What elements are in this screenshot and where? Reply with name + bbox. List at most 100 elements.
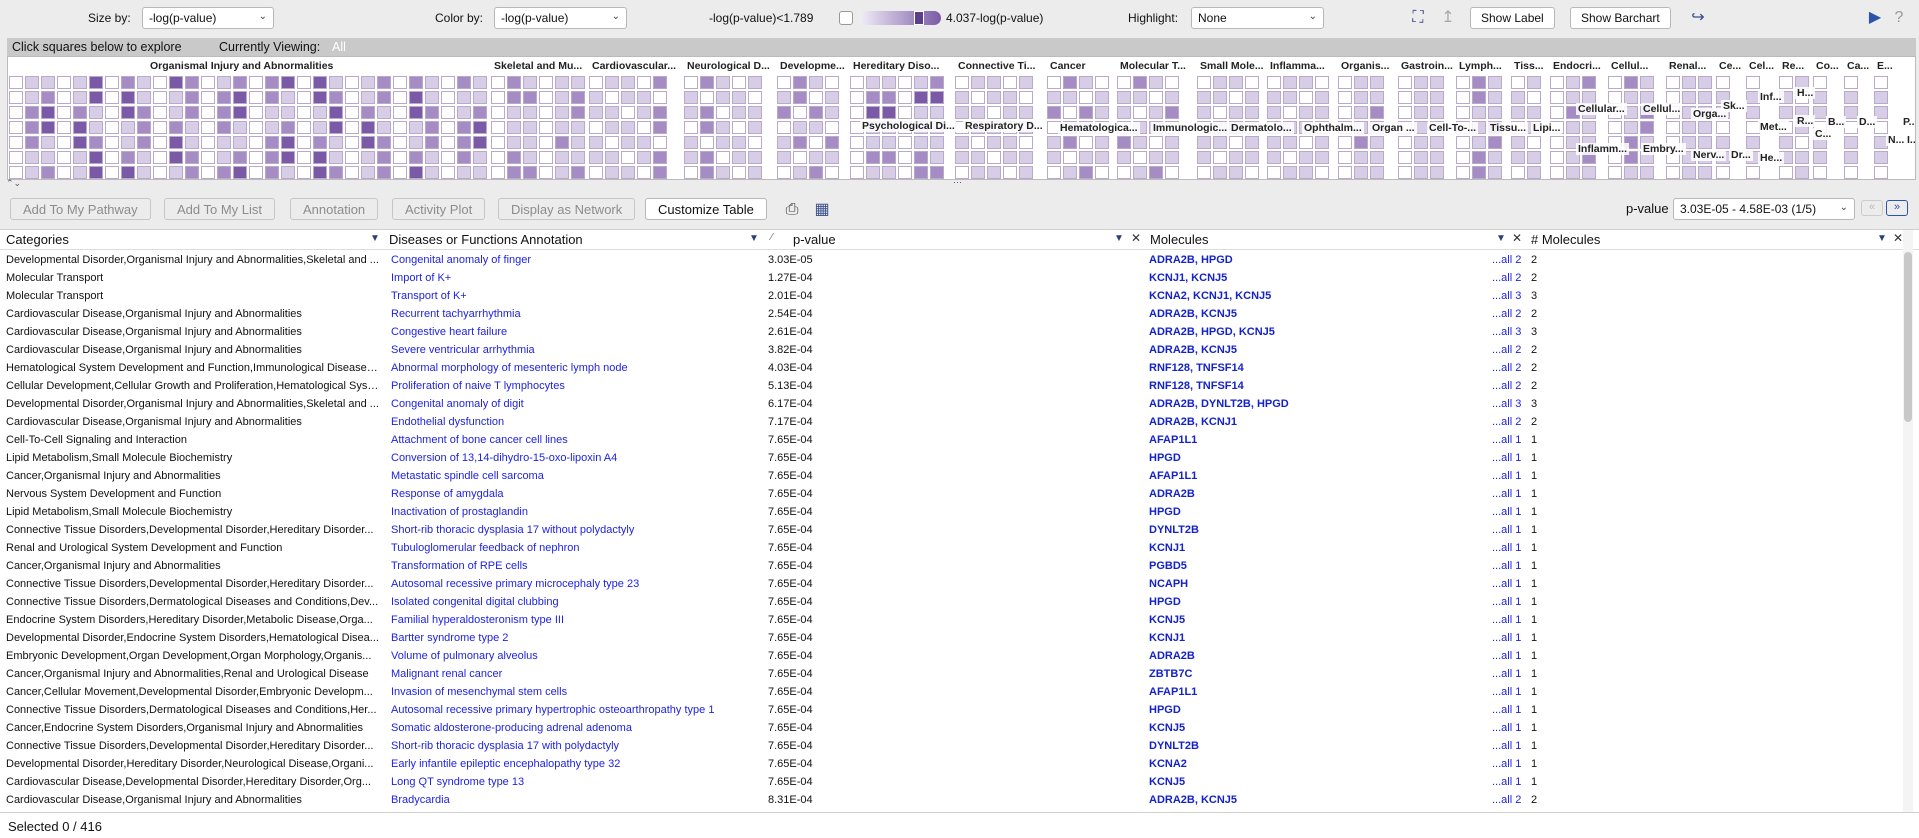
- treemap-cell[interactable]: [1245, 166, 1259, 179]
- treemap-cell[interactable]: [201, 136, 215, 149]
- annotation-button[interactable]: Annotation: [290, 198, 379, 220]
- treemap-cell[interactable]: [361, 91, 375, 104]
- filter-icon[interactable]: ▼: [1877, 233, 1887, 244]
- treemap-cell[interactable]: [571, 76, 585, 89]
- cell-molecules[interactable]: HPGD: [1149, 506, 1489, 518]
- treemap-cell[interactable]: [850, 76, 864, 89]
- treemap-cell[interactable]: [809, 166, 823, 179]
- treemap-cell[interactable]: [457, 76, 471, 89]
- treemap-cell[interactable]: [1511, 151, 1525, 164]
- scrollbar-thumb[interactable]: [1904, 252, 1912, 422]
- treemap-cell[interactable]: [1299, 136, 1313, 149]
- treemap-cell[interactable]: [1472, 166, 1486, 179]
- treemap-cell[interactable]: [971, 136, 985, 149]
- treemap-cell[interactable]: [930, 106, 944, 119]
- table-row[interactable]: Connective Tissue Disorders,Dermatologic…: [0, 593, 1919, 611]
- treemap-cell[interactable]: [1779, 136, 1793, 149]
- table-row[interactable]: Connective Tissue Disorders,Developmenta…: [0, 521, 1919, 539]
- treemap-cell[interactable]: [169, 76, 183, 89]
- treemap-cell[interactable]: [866, 106, 880, 119]
- treemap-cell[interactable]: [89, 136, 103, 149]
- add-to-list-button[interactable]: Add To My List: [164, 198, 276, 220]
- cell-molecules[interactable]: DYNLT2B: [1149, 524, 1489, 536]
- treemap-cell[interactable]: [1149, 136, 1163, 149]
- cell-annotation-link[interactable]: Response of amygdala: [391, 488, 751, 500]
- treemap-cell[interactable]: [1299, 106, 1313, 119]
- treemap-cell[interactable]: [555, 166, 569, 179]
- treemap-cell[interactable]: [1283, 76, 1297, 89]
- treemap-cell[interactable]: [1456, 91, 1470, 104]
- treemap-cell[interactable]: [1245, 76, 1259, 89]
- treemap-cell[interactable]: [57, 91, 71, 104]
- treemap-cell[interactable]: [425, 106, 439, 119]
- treemap-cell[interactable]: [1370, 106, 1384, 119]
- table-row[interactable]: Cardiovascular Disease,Organismal Injury…: [0, 323, 1919, 341]
- treemap-cell[interactable]: [377, 151, 391, 164]
- treemap-cell[interactable]: [1370, 91, 1384, 104]
- treemap-cell[interactable]: [539, 151, 553, 164]
- header-categories[interactable]: Categories: [6, 232, 69, 247]
- treemap-cell[interactable]: [153, 136, 167, 149]
- treemap-cell[interactable]: [1003, 166, 1017, 179]
- treemap-cell[interactable]: [1283, 166, 1297, 179]
- treemap-cell[interactable]: [684, 136, 698, 149]
- table-row[interactable]: Cell-To-Cell Signaling and Interaction At…: [0, 431, 1919, 449]
- treemap-cell[interactable]: [1608, 76, 1622, 89]
- treemap-cell[interactable]: [1472, 106, 1486, 119]
- treemap-cell[interactable]: [185, 121, 199, 134]
- cell-all-molecules-link[interactable]: ...all 1: [1492, 650, 1528, 662]
- treemap-cell[interactable]: [1315, 76, 1329, 89]
- treemap-cell[interactable]: [41, 151, 55, 164]
- treemap-cell[interactable]: [1566, 166, 1580, 179]
- treemap-cell[interactable]: [914, 106, 928, 119]
- show-barchart-button[interactable]: Show Barchart: [1570, 7, 1671, 29]
- cell-molecules[interactable]: HPGD: [1149, 452, 1489, 464]
- treemap-cell[interactable]: [1063, 151, 1077, 164]
- treemap-cell[interactable]: [1813, 151, 1827, 164]
- treemap-cell[interactable]: [605, 106, 619, 119]
- treemap-cell[interactable]: [491, 136, 505, 149]
- treemap-cell[interactable]: [866, 136, 880, 149]
- treemap-cell[interactable]: [329, 106, 343, 119]
- treemap-cell[interactable]: [1716, 121, 1730, 134]
- treemap-cell[interactable]: [1456, 136, 1470, 149]
- treemap-cell[interactable]: [1582, 166, 1596, 179]
- treemap-cell[interactable]: [1398, 166, 1412, 179]
- treemap-cell[interactable]: [393, 76, 407, 89]
- print-icon[interactable]: ⎙: [782, 200, 802, 220]
- treemap-cell[interactable]: [1398, 91, 1412, 104]
- help-icon[interactable]: ?: [1889, 8, 1909, 28]
- treemap-cell[interactable]: [914, 91, 928, 104]
- treemap-cell[interactable]: [571, 106, 585, 119]
- treemap-cell[interactable]: [987, 151, 1001, 164]
- treemap-cell[interactable]: [313, 166, 327, 179]
- cell-annotation-link[interactable]: Congenital anomaly of finger: [391, 254, 751, 266]
- show-label-button[interactable]: Show Label: [1470, 7, 1555, 29]
- treemap-cell[interactable]: [1698, 76, 1712, 89]
- treemap-cell[interactable]: [1063, 76, 1077, 89]
- treemap-cell[interactable]: [955, 136, 969, 149]
- treemap-group[interactable]: Organismal Injury and Abnormalities: [8, 57, 490, 179]
- treemap-cell[interactable]: [185, 166, 199, 179]
- treemap-cell[interactable]: [914, 151, 928, 164]
- treemap-cell[interactable]: [1213, 106, 1227, 119]
- treemap-cell[interactable]: [589, 76, 603, 89]
- treemap-cell[interactable]: [1746, 136, 1760, 149]
- treemap-cell[interactable]: [1779, 166, 1793, 179]
- treemap-cell[interactable]: [555, 151, 569, 164]
- treemap-cell[interactable]: [201, 76, 215, 89]
- treemap-cell[interactable]: [793, 151, 807, 164]
- treemap-cell[interactable]: [1640, 121, 1654, 134]
- treemap-cell[interactable]: [441, 136, 455, 149]
- treemap-cell[interactable]: [41, 106, 55, 119]
- cell-all-molecules-link[interactable]: ...all 1: [1492, 470, 1528, 482]
- treemap-cell[interactable]: [748, 136, 762, 149]
- treemap-cell[interactable]: [233, 91, 247, 104]
- cell-annotation-link[interactable]: Import of K+: [391, 272, 751, 284]
- treemap-cell[interactable]: [1047, 151, 1061, 164]
- treemap-cell[interactable]: [1527, 136, 1541, 149]
- treemap-cell[interactable]: [571, 121, 585, 134]
- treemap-cell[interactable]: [732, 166, 746, 179]
- treemap-cell[interactable]: [1095, 136, 1109, 149]
- previous-page-icon[interactable]: «: [1861, 200, 1883, 216]
